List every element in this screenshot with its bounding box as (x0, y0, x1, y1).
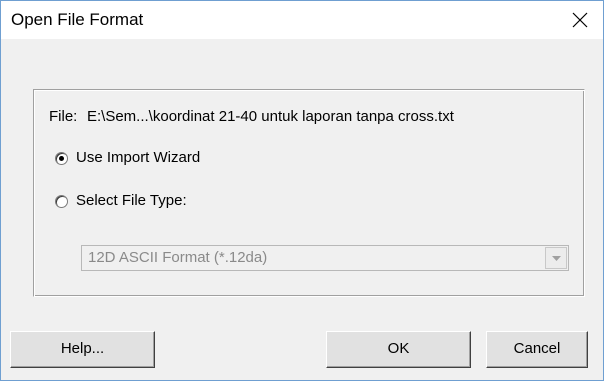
close-icon (572, 12, 588, 28)
file-info: File: E:\Sem...\koordinat 21-40 untuk lap… (49, 108, 454, 126)
file-path: E:\Sem...\koordinat 21-40 untuk laporan … (87, 108, 454, 125)
close-button[interactable] (557, 1, 603, 39)
dialog-title: Open File Format (11, 10, 144, 29)
chevron-down-icon (552, 256, 561, 261)
title-bar: Open File Format (1, 1, 603, 39)
help-button[interactable]: Help... (10, 331, 155, 368)
file-type-select-value: 12D ASCII Format (*.12da) (88, 249, 268, 266)
ok-button[interactable]: OK (326, 331, 471, 368)
radio-selected-dot (59, 156, 64, 161)
select-file-type-label[interactable]: Select File Type: (76, 192, 187, 210)
dialog-window: Open File Format File: E:\Sem...\koordina… (0, 0, 604, 381)
file-label: File: (49, 108, 78, 125)
use-import-wizard-radio[interactable] (55, 152, 68, 165)
use-import-wizard-label[interactable]: Use Import Wizard (76, 149, 200, 167)
cancel-button[interactable]: Cancel (486, 331, 588, 368)
select-file-type-radio[interactable] (55, 195, 68, 208)
dropdown-button[interactable] (545, 247, 567, 269)
file-type-select[interactable]: 12D ASCII Format (*.12da) (81, 245, 569, 271)
